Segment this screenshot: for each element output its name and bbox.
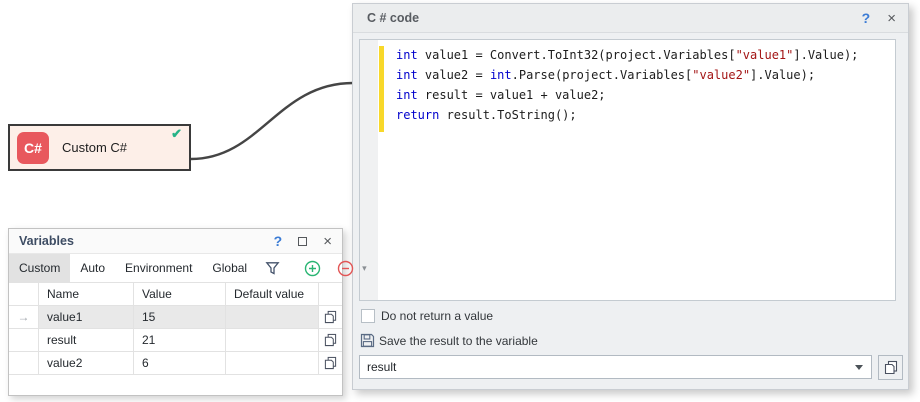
save-result-label: Save the result to the variable [379,334,538,348]
node-label: Custom C# [62,126,127,169]
variable-combobox-value: result [367,360,855,374]
column-header-value[interactable]: Value [134,283,226,305]
add-variable-button[interactable] [296,254,329,282]
csharp-code-dialog: C # code ? × int value1 = Convert.ToInt3… [352,3,909,390]
copy-icon [324,310,337,324]
toolbar-more-button[interactable]: ▾ [362,254,367,282]
code-line: int value2 = int.Parse(project.Variables… [396,65,891,85]
copy-variable-button[interactable] [878,355,903,380]
cell-default-value[interactable] [226,306,319,328]
variables-titlebar[interactable]: Variables ? × [9,229,342,254]
table-row-result[interactable]: result21 [9,329,342,352]
changed-lines-bar [379,46,384,132]
workflow-canvas: C# Custom C# ✔ C # code ? × int value1 =… [0,0,920,402]
variables-grid: Name Value Default value →value115result… [9,282,342,395]
cell-value[interactable]: 21 [134,329,226,351]
row-selector-header [9,283,39,305]
close-icon[interactable]: × [887,10,896,27]
chevron-down-icon[interactable] [855,365,863,370]
tab-environment[interactable]: Environment [115,254,202,282]
cell-value[interactable]: 6 [134,352,226,374]
cell-default-value[interactable] [226,329,319,351]
do-not-return-row: Do not return a value [361,309,493,323]
variables-panel: Variables ? × CustomAutoEnvironmentGloba… [8,228,343,396]
maximize-icon[interactable] [298,237,307,246]
variables-toolbar: CustomAutoEnvironmentGlobal ▾ [9,254,342,282]
cell-value[interactable]: 15 [134,306,226,328]
success-check-icon: ✔ [171,126,182,142]
help-icon[interactable]: ? [274,233,283,249]
row-selector [9,329,39,351]
filter-icon [265,261,280,276]
filter-button[interactable] [257,254,288,282]
remove-variable-button[interactable] [329,254,362,282]
cell-name[interactable]: value2 [39,352,134,374]
help-icon[interactable]: ? [862,10,871,26]
copy-icon [324,333,337,347]
variables-title: Variables [19,234,74,248]
column-header-default[interactable]: Default value [226,283,319,305]
tab-custom[interactable]: Custom [9,254,70,282]
do-not-return-label: Do not return a value [381,309,493,323]
copy-icon [324,356,337,370]
table-row-value1[interactable]: →value115 [9,306,342,329]
variable-combobox[interactable]: result [359,355,872,379]
custom-csharp-node[interactable]: C# Custom C# ✔ [8,124,191,171]
code-line: int result = value1 + value2; [396,85,891,105]
row-selector [9,352,39,374]
cell-default-value[interactable] [226,352,319,374]
code-line: int value1 = Convert.ToInt32(project.Var… [396,45,891,65]
dialog-titlebar[interactable]: C # code ? × [353,4,908,33]
cell-name[interactable]: result [39,329,134,351]
minus-circle-icon [337,260,354,277]
grid-body: →value115result21value26 [9,306,342,375]
csharp-badge-icon: C# [17,132,49,164]
close-icon[interactable]: × [323,233,332,250]
copy-row-button[interactable] [319,329,342,351]
code-line: return result.ToString(); [396,105,891,125]
tab-global[interactable]: Global [202,254,257,282]
copy-row-button[interactable] [319,352,342,374]
copy-icon [884,360,898,375]
table-row-value2[interactable]: value26 [9,352,342,375]
code-text[interactable]: int value1 = Convert.ToInt32(project.Var… [396,45,891,125]
variables-tabs: CustomAutoEnvironmentGlobal [9,254,257,282]
do-not-return-checkbox[interactable] [361,309,375,323]
row-selector: → [9,306,39,328]
grid-header-row: Name Value Default value [9,282,342,306]
plus-circle-icon [304,260,321,277]
dialog-title: C # code [367,11,419,25]
column-header-name[interactable]: Name [39,283,134,305]
cell-name[interactable]: value1 [39,306,134,328]
save-result-row: Save the result to the variable [360,333,538,348]
save-icon [360,333,375,348]
code-editor[interactable]: int value1 = Convert.ToInt32(project.Var… [359,39,896,301]
tab-auto[interactable]: Auto [70,254,115,282]
copy-row-button[interactable] [319,306,342,328]
column-header-copy [319,283,342,305]
